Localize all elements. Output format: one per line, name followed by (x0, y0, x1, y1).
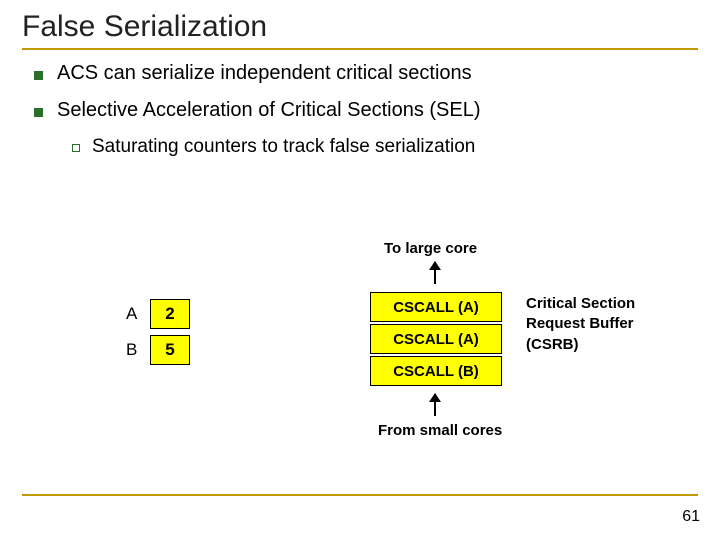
bullet-1: ACS can serialize independent critical s… (34, 62, 698, 85)
bullet-2-text: Selective Acceleration of Critical Secti… (57, 99, 481, 122)
bullet-list: ACS can serialize independent critical s… (22, 62, 698, 158)
csrb-label-line2: Request Buffer (526, 314, 635, 334)
csrb-label-line3: (CSRB) (526, 335, 635, 355)
to-large-core-label: To large core (384, 240, 477, 257)
table-row: B 5 (126, 334, 190, 366)
table-row: A 2 (126, 298, 190, 330)
bullet-2-sub: Saturating counters to track false seria… (72, 136, 698, 158)
counter-cell: 5 (150, 335, 190, 365)
buffer-cell: CSCALL (B) (370, 356, 502, 386)
bullet-1-text: ACS can serialize independent critical s… (57, 62, 472, 85)
bullet-square-outline-icon (72, 144, 80, 152)
page-number: 61 (682, 508, 700, 526)
buffer-cell: CSCALL (A) (370, 292, 502, 322)
bullet-square-icon (34, 108, 43, 117)
counter-cell: 2 (150, 299, 190, 329)
csrb-label-line1: Critical Section (526, 294, 635, 314)
slide-root: False Serialization ACS can serialize in… (0, 0, 720, 540)
footer-rule (22, 494, 698, 496)
counter-table: A 2 B 5 (126, 298, 190, 366)
from-small-cores-label: From small cores (378, 422, 502, 439)
bullet-square-icon (34, 71, 43, 80)
arrow-up-icon (434, 394, 436, 416)
buffer-cell: CSCALL (A) (370, 324, 502, 354)
request-buffer: CSCALL (A) CSCALL (A) CSCALL (B) (370, 292, 502, 386)
csrb-label: Critical Section Request Buffer (CSRB) (526, 294, 635, 355)
counter-label: B (126, 340, 150, 360)
title-underline (22, 48, 698, 50)
bullet-2: Selective Acceleration of Critical Secti… (34, 99, 698, 122)
arrow-up-icon (434, 262, 436, 284)
bullet-2-sub-text: Saturating counters to track false seria… (92, 136, 475, 158)
counter-label: A (126, 304, 150, 324)
diagram: To large core A 2 B 5 CSCALL (A) CSCALL … (0, 240, 720, 500)
slide-title: False Serialization (22, 10, 698, 44)
